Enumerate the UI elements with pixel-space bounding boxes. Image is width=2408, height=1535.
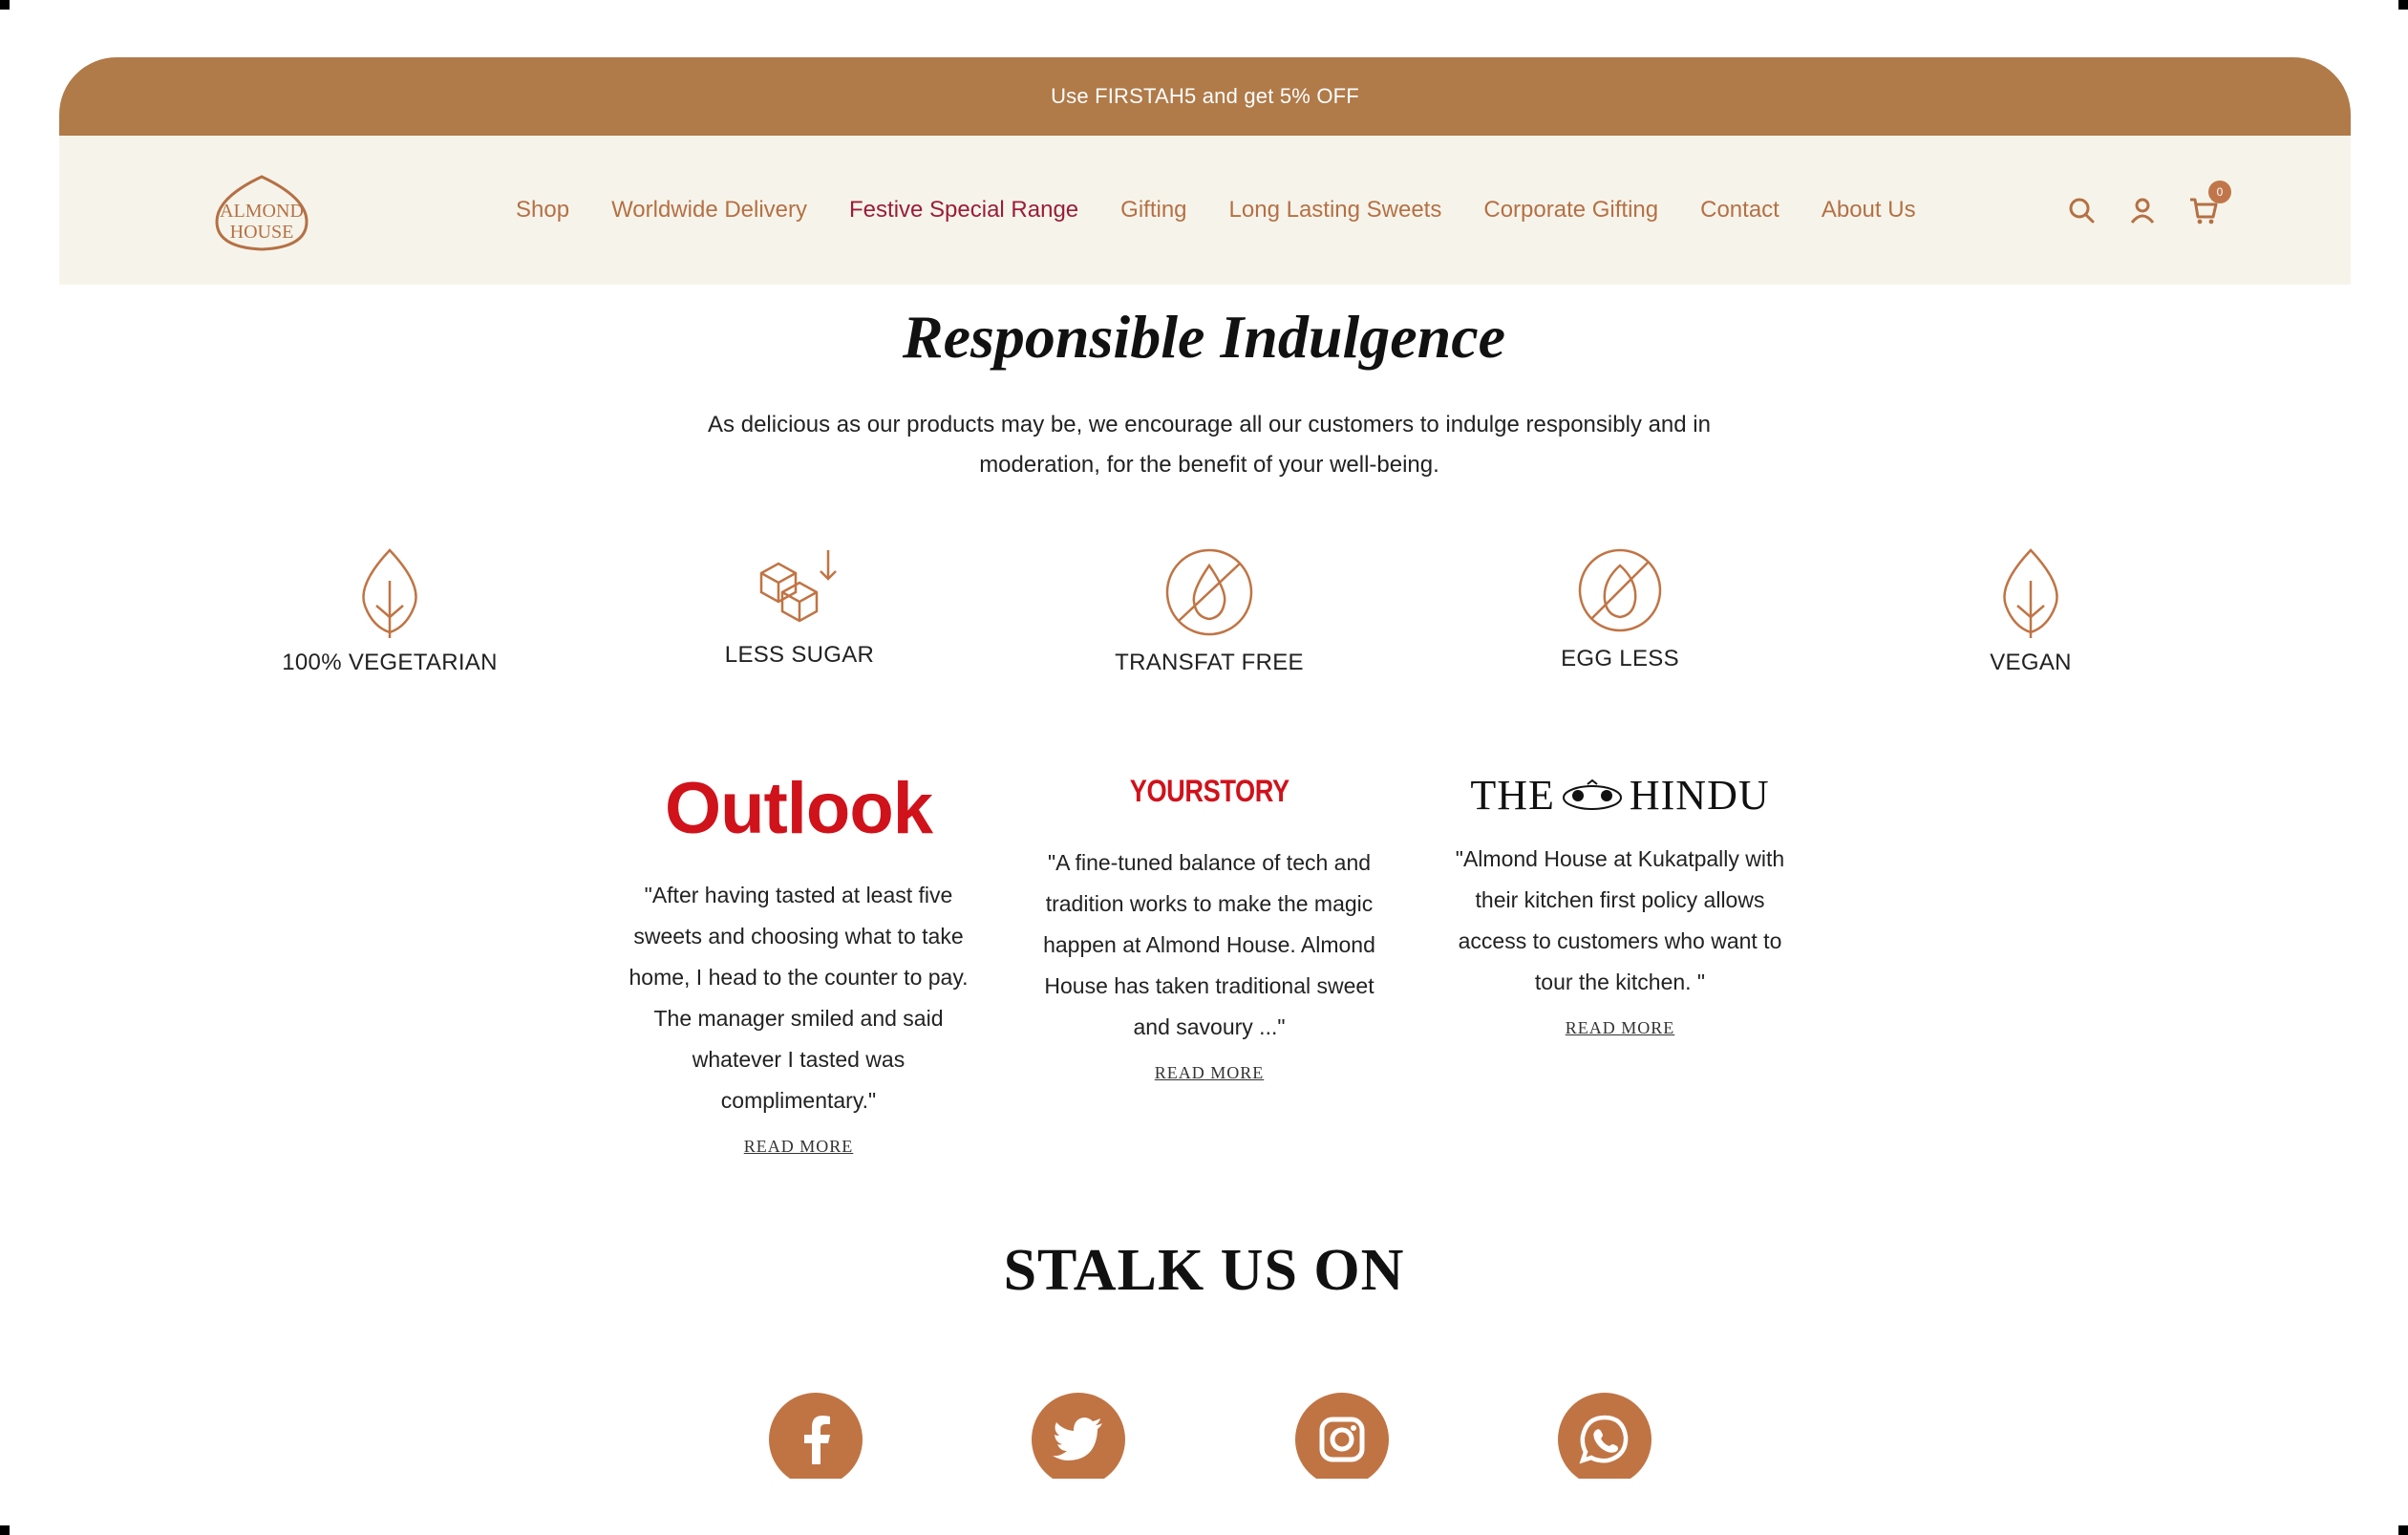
feature-egg-less: EGG LESS bbox=[1496, 546, 1744, 672]
site-header: ALMOND HOUSE Shop Worldwide Delivery Fes… bbox=[59, 136, 2351, 285]
nav-contact[interactable]: Contact bbox=[1700, 197, 1779, 224]
leaf-icon bbox=[362, 548, 417, 638]
nav-festive-special-range[interactable]: Festive Special Range bbox=[849, 197, 1078, 224]
nav-about-us[interactable]: About Us bbox=[1822, 197, 1916, 224]
no-oil-drop-icon bbox=[1165, 548, 1253, 636]
svg-text:ALMOND: ALMOND bbox=[220, 201, 304, 222]
feature-label: TRANSFAT FREE bbox=[1115, 650, 1304, 675]
feature-label: EGG LESS bbox=[1561, 646, 1679, 672]
read-more-link[interactable]: READ MORE bbox=[744, 1137, 854, 1157]
press-quote: "A fine-tuned balance of tech and tradit… bbox=[1043, 850, 1375, 1039]
whatsapp-icon[interactable] bbox=[1558, 1393, 1652, 1486]
nav-long-lasting-sweets[interactable]: Long Lasting Sweets bbox=[1229, 197, 1442, 224]
feature-label: 100% VEGETARIAN bbox=[282, 650, 498, 675]
read-more-link[interactable]: READ MORE bbox=[1566, 1018, 1675, 1038]
svg-text:HOUSE: HOUSE bbox=[230, 222, 294, 243]
house-logo-icon: ALMOND HOUSE bbox=[215, 175, 309, 251]
cart-count-badge: 0 bbox=[2208, 181, 2231, 203]
feature-less-sugar: LESS SUGAR bbox=[675, 546, 924, 669]
feature-vegan: VEGAN bbox=[1907, 546, 2155, 676]
frame-corner bbox=[2398, 0, 2408, 10]
press-quote: "After having tasted at least five sweet… bbox=[629, 883, 969, 1113]
feature-label: LESS SUGAR bbox=[724, 642, 875, 668]
press-quote: "Almond House at Kukatpally with their k… bbox=[1455, 846, 1785, 994]
header-actions: 0 bbox=[2065, 136, 2231, 285]
leaf-icon bbox=[2003, 548, 2058, 638]
nav-corporate-gifting[interactable]: Corporate Gifting bbox=[1483, 197, 1658, 224]
frame-corner bbox=[0, 0, 10, 10]
sugar-cubes-icon bbox=[759, 550, 837, 623]
social-title: STALK US ON bbox=[1003, 1238, 1405, 1303]
main-nav: Shop Worldwide Delivery Festive Special … bbox=[516, 136, 1958, 285]
press-card-yourstory: YOURSTORY "A fine-tuned balance of tech … bbox=[1028, 753, 1391, 1083]
announcement-text: Use FIRSTAH5 and get 5% OFF bbox=[1051, 84, 1359, 108]
instagram-icon[interactable] bbox=[1295, 1393, 1389, 1486]
page: Use FIRSTAH5 and get 5% OFF ALMOND HOUSE… bbox=[0, 0, 2408, 1535]
facebook-icon[interactable] bbox=[769, 1393, 863, 1486]
feature-transfat-free: TRANSFAT FREE bbox=[1085, 546, 1333, 676]
read-more-link[interactable]: READ MORE bbox=[1155, 1063, 1265, 1083]
account-icon[interactable] bbox=[2126, 194, 2159, 226]
nav-shop[interactable]: Shop bbox=[516, 197, 569, 224]
feature-vegetarian: 100% VEGETARIAN bbox=[266, 546, 514, 676]
frame-corner bbox=[0, 1525, 10, 1535]
frame-corner bbox=[2398, 1525, 2408, 1535]
nav-worldwide-delivery[interactable]: Worldwide Delivery bbox=[611, 197, 807, 224]
press-card-outlook: Outlook "After having tasted at least fi… bbox=[617, 767, 980, 1157]
press-card-hindu: THE HINDU "Almond House at Kukatpally wi… bbox=[1438, 757, 1801, 1038]
nav-gifting[interactable]: Gifting bbox=[1120, 197, 1186, 224]
search-icon[interactable] bbox=[2065, 194, 2098, 226]
announcement-bar: Use FIRSTAH5 and get 5% OFF bbox=[59, 57, 2351, 136]
section-description: As delicious as our products may be, we … bbox=[708, 412, 1711, 478]
brand-logo[interactable]: ALMOND HOUSE bbox=[207, 169, 317, 255]
social-links bbox=[0, 1393, 2408, 1488]
cart-icon[interactable]: 0 bbox=[2187, 181, 2231, 226]
press-logo-hindu: THE HINDU bbox=[1470, 771, 1770, 819]
emblem-icon bbox=[1562, 778, 1622, 810]
feature-label: VEGAN bbox=[1990, 650, 2072, 675]
section-title: Responsible Indulgence bbox=[902, 303, 1506, 371]
press-logo-outlook: Outlook bbox=[664, 767, 933, 849]
fold-mask bbox=[0, 1479, 2408, 1535]
press-logo-yourstory: YOURSTORY bbox=[1129, 773, 1289, 808]
twitter-icon[interactable] bbox=[1032, 1393, 1125, 1486]
no-egg-icon bbox=[1578, 548, 1662, 632]
